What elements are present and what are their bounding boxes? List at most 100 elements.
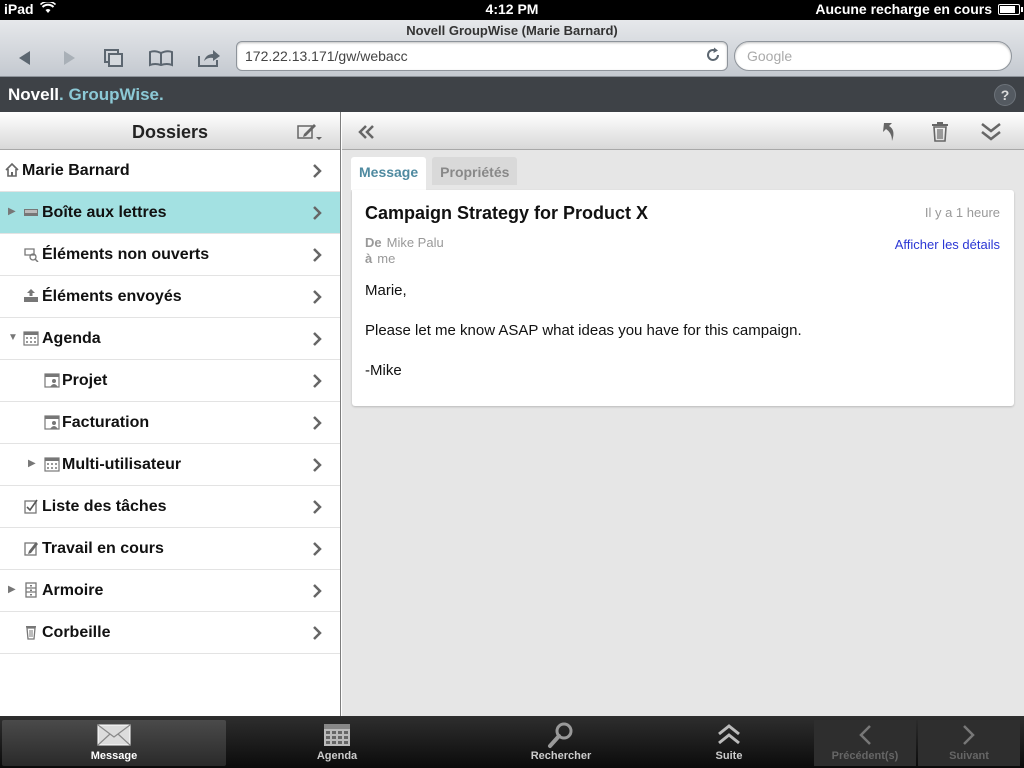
unopened-icon bbox=[23, 246, 39, 263]
calendar-icon bbox=[44, 456, 60, 472]
bookmarks-button[interactable] bbox=[146, 46, 176, 70]
folder-label: Projet bbox=[62, 372, 108, 389]
chevron-right-icon bbox=[963, 725, 975, 745]
compose-button[interactable] bbox=[296, 122, 324, 147]
folder-item[interactable]: Liste des tâches bbox=[0, 486, 340, 528]
folder-pane-header: Dossiers bbox=[0, 112, 340, 150]
search-placeholder: Google bbox=[747, 48, 793, 64]
help-button[interactable]: ? bbox=[994, 84, 1016, 106]
chevron-right-icon[interactable] bbox=[312, 583, 322, 604]
previous-button[interactable]: Précédent(s) bbox=[814, 720, 916, 766]
chevron-right-icon[interactable] bbox=[312, 163, 322, 184]
folder-item[interactable]: ▼ Agenda bbox=[0, 318, 340, 360]
tab-search[interactable]: Rechercher bbox=[448, 720, 674, 766]
reply-button[interactable] bbox=[877, 120, 903, 144]
folder-label: Éléments non ouverts bbox=[42, 246, 210, 263]
tab-agenda[interactable]: Agenda bbox=[226, 720, 448, 766]
reload-icon[interactable] bbox=[705, 47, 721, 66]
folder-item[interactable]: Projet bbox=[0, 360, 340, 402]
folder-label: Boîte aux lettres bbox=[42, 204, 167, 221]
search-field[interactable]: Google bbox=[734, 41, 1012, 71]
mailbox-icon bbox=[23, 204, 39, 220]
sender-line: De Mike Palu bbox=[365, 235, 444, 250]
folder-label: Marie Barnard bbox=[22, 162, 130, 179]
tab-label: Précédent(s) bbox=[831, 750, 899, 762]
folder-item[interactable]: Éléments envoyés bbox=[0, 276, 340, 318]
chevron-right-icon[interactable] bbox=[312, 331, 322, 352]
chevron-right-icon[interactable] bbox=[312, 415, 322, 436]
chevron-right-icon[interactable] bbox=[312, 457, 322, 478]
chevron-right-icon[interactable] bbox=[312, 205, 322, 226]
tab-label: Suivant bbox=[949, 750, 989, 762]
tasklist-icon bbox=[23, 498, 39, 514]
folder-item[interactable]: Éléments non ouverts bbox=[0, 234, 340, 276]
double-chevron-down-icon bbox=[981, 123, 1001, 141]
tab-label: Message bbox=[90, 750, 138, 762]
folder-label: Éléments envoyés bbox=[42, 288, 182, 305]
folder-item[interactable]: Corbeille bbox=[0, 612, 340, 654]
pages-icon bbox=[104, 49, 123, 67]
folder-item[interactable]: Travail en cours bbox=[0, 528, 340, 570]
message-toolbar bbox=[342, 112, 1024, 150]
sender-name[interactable]: Mike Palu bbox=[387, 235, 444, 250]
calendar-icon bbox=[23, 330, 39, 346]
back-arrow-icon bbox=[19, 51, 30, 65]
share-icon bbox=[198, 50, 220, 67]
sent-icon bbox=[23, 288, 39, 304]
folder-item[interactable]: Marie Barnard bbox=[0, 150, 340, 192]
folder-item[interactable]: ▶ Boîte aux lettres bbox=[0, 192, 340, 234]
chevron-right-icon[interactable] bbox=[312, 499, 322, 520]
folder-label: Travail en cours bbox=[42, 540, 164, 557]
forward-button[interactable] bbox=[54, 46, 84, 70]
share-button[interactable] bbox=[194, 46, 224, 70]
message-subject: Campaign Strategy for Product X bbox=[365, 203, 649, 223]
folder-pane-title: Dossiers bbox=[131, 122, 209, 142]
to-label: à bbox=[365, 251, 373, 266]
from-label: De bbox=[365, 235, 382, 250]
more-actions-button[interactable] bbox=[978, 120, 1004, 144]
folder-label: Liste des tâches bbox=[42, 498, 167, 515]
folder-label: Corbeille bbox=[42, 624, 111, 641]
shared-calendar-icon bbox=[44, 414, 60, 430]
tab-message[interactable]: Message bbox=[351, 157, 427, 190]
folder-item[interactable]: ▶ Multi-utilisateur bbox=[0, 444, 340, 486]
collapse-button[interactable] bbox=[354, 120, 380, 144]
chevron-right-icon[interactable] bbox=[312, 289, 322, 310]
folder-label: Agenda bbox=[42, 330, 101, 347]
cabinet-icon bbox=[23, 582, 39, 598]
back-button[interactable] bbox=[10, 46, 40, 70]
chevron-right-icon[interactable] bbox=[312, 373, 322, 394]
tab-label: Agenda bbox=[316, 750, 358, 762]
message-time: Il y a 1 heure bbox=[924, 205, 1000, 220]
shared-calendar-icon bbox=[44, 372, 60, 388]
forward-arrow-icon bbox=[64, 51, 75, 65]
delete-button[interactable] bbox=[927, 120, 953, 144]
page-title: Novell GroupWise (Marie Barnard) bbox=[406, 23, 618, 38]
magnifier-icon bbox=[548, 722, 573, 748]
tab-message-view[interactable]: Message bbox=[2, 720, 226, 766]
chevron-right-icon[interactable] bbox=[312, 247, 322, 268]
recipient-name[interactable]: me bbox=[377, 251, 395, 266]
trash-icon bbox=[932, 122, 948, 142]
disclosure-collapsed-icon[interactable]: ▶ bbox=[28, 458, 38, 469]
disclosure-collapsed-icon[interactable]: ▶ bbox=[8, 206, 18, 217]
app-header: Novell. GroupWise. ? bbox=[0, 77, 1024, 112]
recipient-line: à me bbox=[365, 251, 395, 266]
pages-button[interactable] bbox=[98, 46, 128, 70]
address-bar[interactable]: 172.22.13.171/gw/webacc bbox=[236, 41, 728, 71]
show-details-link[interactable]: Afficher les détails bbox=[895, 237, 1000, 252]
folder-item[interactable]: ▶ Armoire bbox=[0, 570, 340, 612]
status-bar: iPad 4:12 PM Aucune recharge en cours bbox=[0, 0, 1024, 20]
next-button[interactable]: Suivant bbox=[918, 720, 1020, 766]
work-in-progress-icon bbox=[23, 540, 39, 556]
chevron-right-icon[interactable] bbox=[312, 625, 322, 646]
url-text: 172.22.13.171/gw/webacc bbox=[245, 48, 408, 64]
folder-item[interactable]: Facturation bbox=[0, 402, 340, 444]
chevron-right-icon[interactable] bbox=[312, 541, 322, 562]
browser-toolbar: Novell GroupWise (Marie Barnard) 172.22.… bbox=[0, 20, 1024, 77]
tab-more[interactable]: Suite bbox=[674, 720, 784, 766]
tab-properties[interactable]: Propriétés bbox=[432, 157, 518, 185]
disclosure-collapsed-icon[interactable]: ▶ bbox=[8, 584, 18, 595]
disclosure-expanded-icon[interactable]: ▼ bbox=[8, 332, 18, 343]
trash-icon bbox=[23, 624, 39, 640]
